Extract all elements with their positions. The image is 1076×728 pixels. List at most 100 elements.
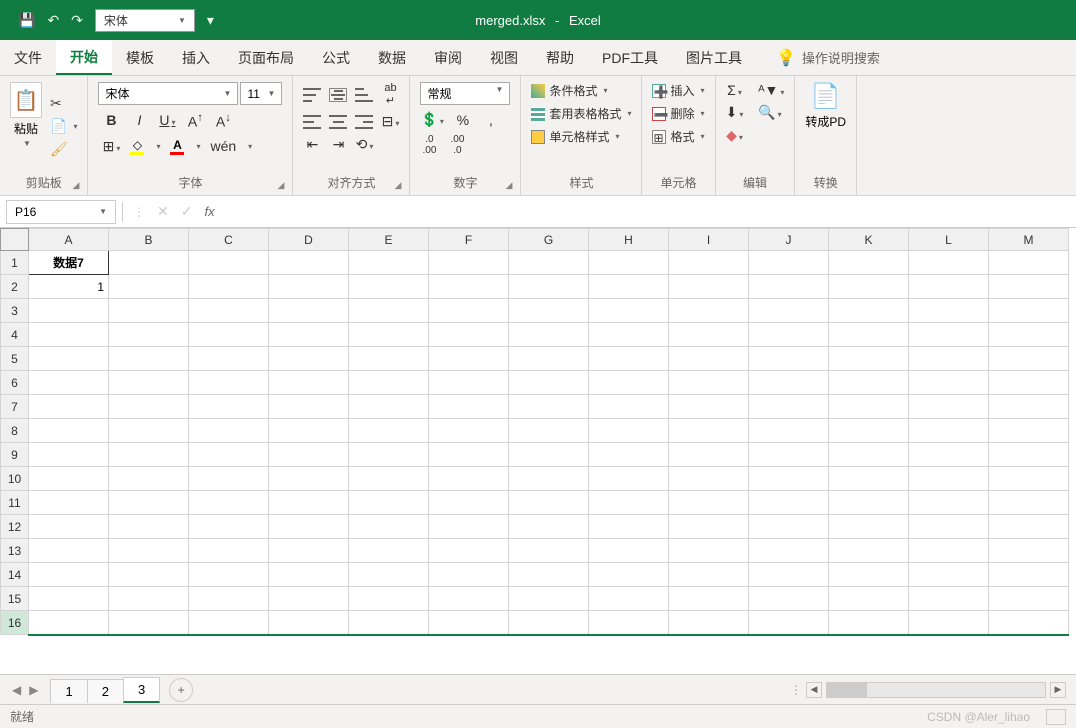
cell[interactable] [989, 539, 1069, 563]
cell[interactable] [749, 347, 829, 371]
phonetic-button[interactable]: wén [210, 138, 236, 154]
tab-home[interactable]: 开始 [56, 40, 112, 75]
cell[interactable] [669, 323, 749, 347]
grow-font-button[interactable]: A↑ [186, 111, 204, 130]
cell[interactable] [269, 443, 349, 467]
cell[interactable] [989, 299, 1069, 323]
launcher-icon[interactable]: ◢ [73, 180, 80, 191]
cell[interactable] [349, 347, 429, 371]
cell[interactable] [749, 587, 829, 611]
cell[interactable] [669, 347, 749, 371]
font-name-select[interactable]: 宋体▼ [98, 82, 238, 105]
cell[interactable] [669, 395, 749, 419]
cell[interactable] [749, 515, 829, 539]
cell[interactable] [429, 539, 509, 563]
cell[interactable] [109, 275, 189, 299]
format-painter-button[interactable]: 🖌 [50, 141, 77, 158]
cell[interactable] [269, 539, 349, 563]
scroll-left-icon[interactable]: ◀ [806, 682, 822, 698]
redo-icon[interactable]: ↷ [71, 12, 83, 29]
cell[interactable] [429, 299, 509, 323]
add-sheet-button[interactable]: + [169, 678, 193, 702]
cell[interactable] [829, 563, 909, 587]
col-header[interactable]: E [349, 229, 429, 251]
cell[interactable] [269, 467, 349, 491]
cell[interactable] [429, 443, 509, 467]
col-header[interactable]: J [749, 229, 829, 251]
clear-button[interactable]: ◆▾ [726, 127, 744, 144]
cell[interactable] [589, 515, 669, 539]
cell[interactable] [349, 515, 429, 539]
cell[interactable] [989, 587, 1069, 611]
cell[interactable] [669, 251, 749, 275]
launcher-icon[interactable]: ◢ [395, 180, 402, 191]
cell[interactable] [429, 251, 509, 275]
insert-cells-button[interactable]: ➕插入▾ [652, 82, 704, 99]
cell[interactable] [749, 251, 829, 275]
cell[interactable] [589, 443, 669, 467]
col-header[interactable]: F [429, 229, 509, 251]
align-middle-button[interactable] [329, 88, 347, 102]
col-header[interactable]: G [509, 229, 589, 251]
cell[interactable] [669, 275, 749, 299]
cell[interactable] [109, 419, 189, 443]
cell[interactable] [829, 323, 909, 347]
cell[interactable] [269, 251, 349, 275]
cell[interactable] [509, 299, 589, 323]
cell[interactable] [509, 443, 589, 467]
cell[interactable] [189, 299, 269, 323]
cell[interactable] [669, 491, 749, 515]
sheet-tab[interactable]: 1 [50, 679, 87, 703]
cell[interactable] [909, 347, 989, 371]
cell[interactable] [749, 275, 829, 299]
cell[interactable] [109, 467, 189, 491]
cell[interactable] [109, 611, 189, 635]
cell[interactable] [189, 275, 269, 299]
cell[interactable] [989, 251, 1069, 275]
align-bottom-button[interactable] [355, 88, 373, 102]
cell[interactable] [909, 563, 989, 587]
cell[interactable] [749, 323, 829, 347]
paste-button[interactable]: 📋 粘贴 ▼ [10, 82, 42, 170]
cell[interactable] [189, 563, 269, 587]
cell[interactable] [909, 371, 989, 395]
cell[interactable] [109, 539, 189, 563]
cell[interactable] [669, 371, 749, 395]
qat-customize-icon[interactable]: ▾ [207, 12, 214, 29]
cell[interactable] [29, 299, 109, 323]
cell[interactable] [109, 371, 189, 395]
cell[interactable] [429, 419, 509, 443]
cell[interactable] [749, 395, 829, 419]
fx-label[interactable]: fx [204, 204, 214, 219]
tab-template[interactable]: 模板 [112, 40, 168, 75]
percent-button[interactable]: % [454, 112, 472, 128]
cell[interactable] [189, 587, 269, 611]
tab-view[interactable]: 视图 [476, 40, 532, 75]
cell[interactable] [269, 587, 349, 611]
cell[interactable] [189, 371, 269, 395]
cell[interactable] [589, 395, 669, 419]
autosum-button[interactable]: Σ▾ [726, 82, 744, 98]
cell[interactable] [749, 443, 829, 467]
split-icon[interactable]: ⋮ [790, 683, 802, 697]
cell[interactable] [669, 611, 749, 635]
cell[interactable] [909, 443, 989, 467]
cell[interactable] [669, 443, 749, 467]
decrease-indent-button[interactable]: ⇤ [303, 136, 321, 153]
cell[interactable] [829, 299, 909, 323]
copy-button[interactable]: 📄▾ [50, 118, 77, 135]
cell[interactable] [989, 491, 1069, 515]
number-format-select[interactable]: 常规▼ [420, 82, 510, 105]
tab-file[interactable]: 文件 [0, 40, 56, 75]
cell[interactable] [669, 467, 749, 491]
cell[interactable] [109, 299, 189, 323]
cell[interactable] [589, 563, 669, 587]
cell[interactable] [669, 539, 749, 563]
convert-pdf-button[interactable]: 📄 转成PD [805, 82, 846, 130]
col-header[interactable]: B [109, 229, 189, 251]
col-header[interactable]: I [669, 229, 749, 251]
cell[interactable] [189, 347, 269, 371]
cell[interactable] [429, 611, 509, 635]
cell[interactable] [589, 347, 669, 371]
name-box[interactable]: P16 ▼ [6, 200, 116, 224]
